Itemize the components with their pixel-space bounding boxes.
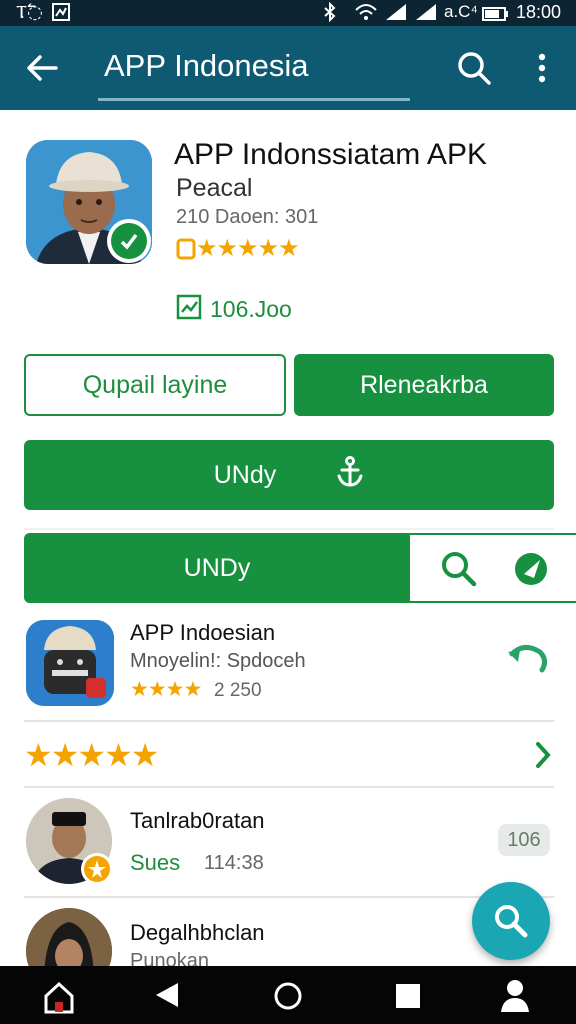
count-badge: 106 <box>498 824 550 856</box>
count-badge-text: 106 <box>507 828 541 851</box>
status-bar: Ⲧ߱ a.C⁴ 18:00 <box>0 0 576 26</box>
list-item-1-icon <box>26 620 114 706</box>
app-bar: APP Indonesia <box>0 26 576 110</box>
segment-download-button[interactable]: UNDy <box>24 533 410 603</box>
list-item-3-title: Degalhbhclan <box>130 920 265 945</box>
recents-icon[interactable] <box>394 982 422 1015</box>
anchor-icon <box>336 455 364 495</box>
more-vert-icon[interactable] <box>532 52 552 89</box>
list-item-1-rating: 2 250 <box>214 680 262 701</box>
primary-action-label: Rleneakrba <box>360 370 488 399</box>
battery-text: a.C⁴ <box>444 2 478 21</box>
bluetooth-icon <box>320 1 340 27</box>
rating-badge-icon <box>176 238 196 265</box>
list-item-1-title: APP Indoesian <box>130 620 276 645</box>
home-circle-icon[interactable] <box>272 980 304 1017</box>
status-time: 18:00 <box>516 2 562 22</box>
rating-row-stars[interactable]: ★★★★★ <box>24 736 159 774</box>
header-rating-stars: ★★★★★ <box>196 235 300 262</box>
list-item-1-stars: ★★★★ <box>130 678 202 701</box>
segment-search-icon[interactable] <box>440 550 478 593</box>
person-icon[interactable] <box>498 978 532 1019</box>
status-left-icon: Ⲧ߱ <box>16 2 43 23</box>
download-button-label: UNdy <box>213 460 277 489</box>
back-nav-icon[interactable] <box>152 980 182 1015</box>
badge-star-icon <box>80 852 114 891</box>
back-arrow-icon[interactable] <box>24 50 60 91</box>
app-title: APP Indonssiatam APK <box>174 138 487 171</box>
app-subtitle: Peacal <box>176 174 253 202</box>
primary-action-button[interactable]: Rleneakrba <box>294 354 554 416</box>
search-fab[interactable] <box>472 882 550 960</box>
search-icon[interactable] <box>456 50 492 91</box>
outline-action-label: Qupail layine <box>82 370 228 399</box>
signal-icon-2 <box>414 2 438 27</box>
list-item-1-subtitle: Mnoyelin!: Spdoceh <box>130 650 306 672</box>
list-item-2-tag: Sues <box>130 850 181 875</box>
divider <box>24 720 554 722</box>
title-underline <box>98 98 410 101</box>
home-icon[interactable] <box>42 980 76 1019</box>
signal-icon <box>384 2 408 27</box>
divider <box>24 896 554 898</box>
system-nav-bar <box>0 966 576 1024</box>
downloads-count: 106.Joo <box>210 296 292 322</box>
fab-search-icon <box>495 905 528 938</box>
download-button[interactable]: UNdy <box>24 440 554 510</box>
divider <box>24 786 554 788</box>
divider <box>24 528 554 530</box>
app-meta: 210 Daoen: 301 <box>176 206 319 228</box>
refresh-icon[interactable] <box>506 640 550 681</box>
list-item-2-title: Tanlrab0ratan <box>130 808 265 833</box>
image-notification-icon <box>52 3 70 26</box>
outline-action-button[interactable]: Qupail layine <box>24 354 286 416</box>
chevron-right-icon[interactable] <box>534 740 552 775</box>
app-bar-title: APP Indonesia <box>104 48 309 83</box>
verified-badge-icon <box>106 218 152 269</box>
segment-label: UNDy <box>183 553 251 582</box>
list-item-2-time: 114:38 <box>204 852 264 874</box>
wifi-icon <box>354 2 378 27</box>
downloads-chart-icon <box>176 294 202 325</box>
battery-icon <box>482 5 508 26</box>
share-icon[interactable] <box>512 550 550 593</box>
